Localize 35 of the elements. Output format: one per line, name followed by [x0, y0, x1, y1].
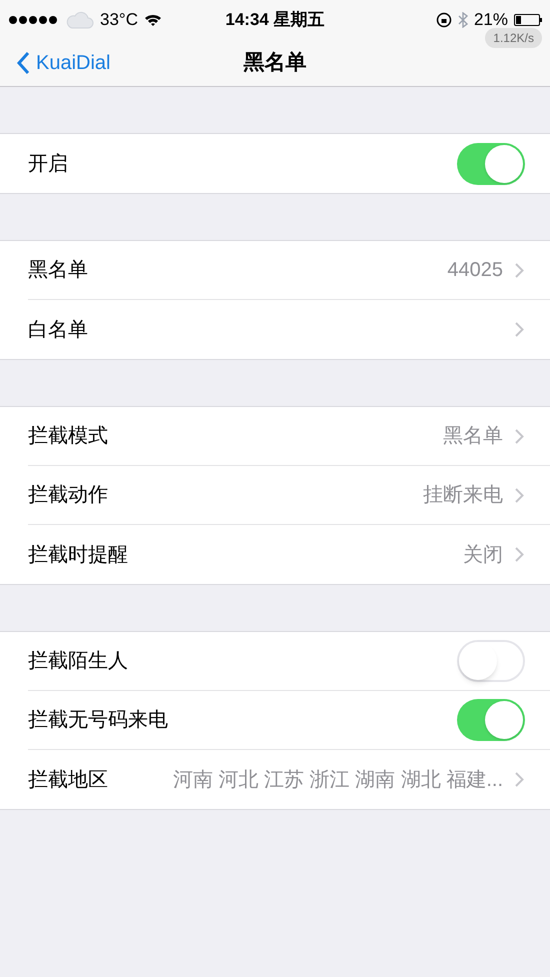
signal-icon [8, 15, 60, 25]
battery-icon [514, 14, 542, 26]
row-value: 黑名单 [443, 424, 503, 449]
toggle-switch[interactable] [457, 640, 525, 682]
chevron-icon[interactable] [515, 772, 524, 787]
back-chevron-icon [16, 51, 30, 75]
nav-title: 黑名单 [244, 50, 306, 76]
row-label: 拦截时提醒 [28, 542, 128, 568]
clock: 14:34 星期五 [225, 10, 325, 30]
row-label: 拦截无号码来电 [28, 708, 168, 733]
toggle-switch[interactable] [457, 699, 525, 741]
speed-badge: 1.12K/s [485, 28, 542, 48]
chevron-icon[interactable] [515, 322, 524, 337]
toggle-switch[interactable] [457, 142, 525, 184]
row-label: 拦截模式 [28, 424, 108, 449]
row-label: 拦截陌生人 [28, 649, 128, 674]
row-label: 白名单 [28, 318, 88, 342]
row-value: 河南 河北 江苏 浙江 湖南 湖北 福建... [172, 768, 503, 792]
back-button[interactable]: KuaiDial [0, 48, 110, 78]
chevron-icon[interactable] [515, 488, 524, 502]
rotation-lock-icon [436, 12, 452, 28]
bluetooth-icon [458, 12, 468, 28]
cloud-icon [66, 10, 94, 30]
row-value: 关闭 [463, 542, 503, 568]
row-label: 开启 [28, 152, 68, 176]
row-value: 44025 [447, 258, 503, 283]
chevron-icon[interactable] [515, 547, 524, 562]
chevron-icon[interactable] [515, 428, 524, 444]
row-label: 黑名单 [28, 258, 88, 283]
row-value: 挂断来电 [423, 483, 503, 508]
wifi-icon [144, 13, 162, 27]
chevron-icon[interactable] [515, 262, 524, 278]
row-label: 拦截动作 [28, 483, 108, 508]
row-label: 拦截地区 [28, 768, 108, 792]
temperature: 33°C [100, 9, 138, 32]
